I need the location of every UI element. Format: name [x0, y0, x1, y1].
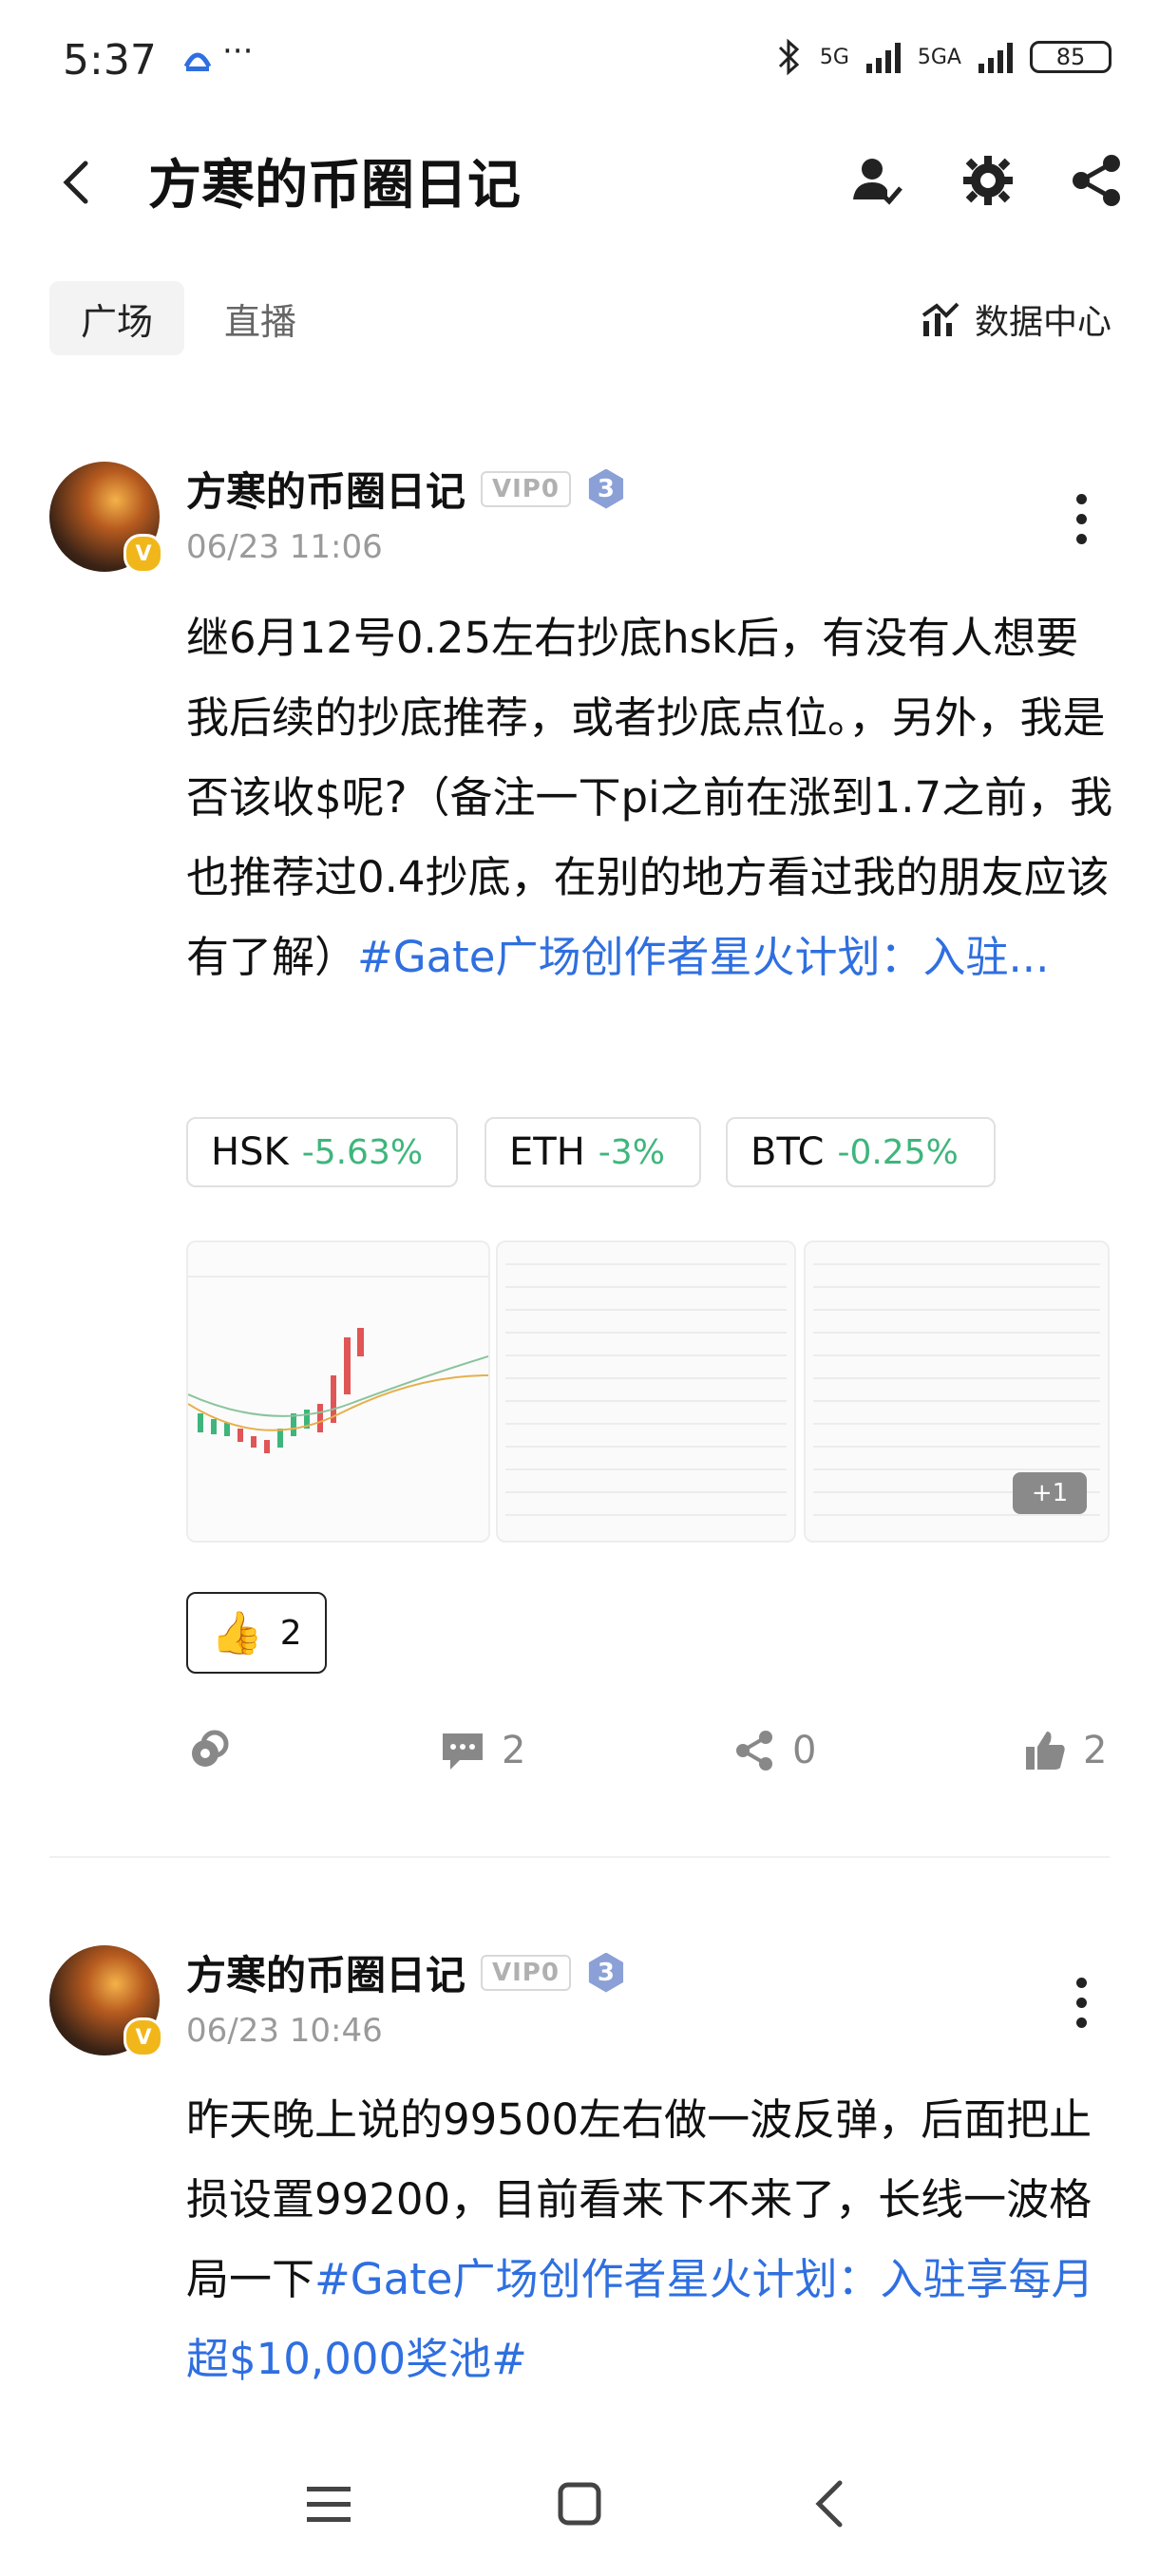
coin-symbol: HSK: [211, 1130, 289, 1174]
coin-change: -5.63%: [301, 1132, 424, 1172]
network-label-5g: 5G: [819, 45, 849, 69]
data-center-label: 数据中心: [974, 303, 1112, 342]
coin-change: -0.25%: [837, 1132, 959, 1172]
app-notification-icon: [180, 42, 215, 80]
post-image-trades-1[interactable]: [496, 1241, 796, 1543]
data-center-button[interactable]: 数据中心: [920, 285, 1112, 353]
post-body-clip: 昨天晚上说的99500左右做一波反弹，后面把止损设置99200，目前看来下不来了…: [186, 2080, 1117, 2434]
post-author[interactable]: 方寒的币圈日记: [186, 1943, 466, 2001]
comment-count: 2: [502, 1729, 526, 1772]
post-author-row: 方寒的币圈日记 VIP0 3: [186, 1943, 626, 2001]
coin-link-icon: [192, 1730, 229, 1767]
post-body[interactable]: 昨天晚上说的99500左右做一波反弹，后面把止损设置99200，目前看来下不来了…: [186, 2080, 1117, 2399]
post-body[interactable]: 继6月12号0.25左右抄底hsk后，有没有人想要我后续的抄底推荐，或者抄底点位…: [186, 598, 1117, 997]
battery-indicator: 85: [1030, 41, 1112, 73]
reaction-count: 2: [279, 1613, 302, 1653]
signal-icon-2: [978, 41, 1013, 73]
back-arrow-icon[interactable]: [57, 156, 95, 213]
network-label-5ga: 5GA: [917, 45, 961, 69]
more-options-icon[interactable]: [1075, 494, 1087, 544]
comment-button[interactable]: 2: [441, 1729, 525, 1772]
post-author-row: 方寒的币圈日记 VIP0 3: [186, 460, 626, 518]
verified-badge: V: [124, 534, 163, 574]
post-image-chart[interactable]: [186, 1241, 490, 1543]
post-date: 06/23 11:06: [186, 528, 383, 566]
back-nav-icon[interactable]: [796, 2470, 864, 2538]
coin-change: -3%: [598, 1132, 665, 1172]
post-author[interactable]: 方寒的币圈日记: [186, 460, 466, 518]
fade-overlay: [0, 2413, 1159, 2470]
gear-icon[interactable]: [960, 152, 1016, 213]
user-follow-icon[interactable]: [847, 152, 904, 213]
more-images-badge[interactable]: +1: [1013, 1472, 1087, 1514]
level-badge: 3: [588, 468, 624, 509]
verified-badge: V: [124, 2017, 163, 2057]
share-post-button[interactable]: 0: [733, 1729, 816, 1772]
comment-icon: [443, 1733, 483, 1770]
vip-badge: VIP0: [481, 1954, 571, 1991]
reaction-thumbs-up[interactable]: 👍 2: [186, 1592, 327, 1674]
coin-symbol: ETH: [509, 1130, 585, 1174]
post-hashtag[interactable]: #Gate广场创作者星火计划：入驻...: [357, 932, 1049, 982]
share-icon[interactable]: [1068, 152, 1125, 213]
status-more-dots: ···: [222, 32, 254, 70]
status-icons: 5G 5GA 85: [776, 38, 1112, 76]
bluetooth-icon: [778, 38, 800, 76]
thumbs-up-emoji-icon: 👍: [211, 1609, 263, 1657]
coin-symbol: BTC: [750, 1130, 825, 1174]
tab-live[interactable]: 直播: [224, 281, 296, 355]
post-hashtag[interactable]: #Gate广场创作者星火计划：入驻享每月超$10,000奖池#: [186, 2254, 1094, 2384]
coin-chip-eth[interactable]: ETH -3%: [484, 1117, 701, 1187]
tab-square[interactable]: 广场: [49, 281, 184, 355]
like-button[interactable]: 2: [1024, 1729, 1107, 1772]
more-options-icon[interactable]: [1075, 1978, 1087, 2028]
candlestick-chart-thumbnail: [188, 1242, 488, 1541]
post-text: 继6月12号0.25左右抄底hsk后，有没有人想要我后续的抄底推荐，或者抄底点位…: [186, 613, 1113, 982]
tip-button[interactable]: [186, 1729, 230, 1772]
coin-chip-hsk[interactable]: HSK -5.63%: [186, 1117, 458, 1187]
thumbs-up-icon: [1026, 1732, 1065, 1770]
level-badge: 3: [588, 1952, 624, 1993]
like-count: 2: [1083, 1729, 1108, 1772]
post-divider: [49, 1856, 1110, 1858]
status-time: 5:37: [63, 36, 157, 85]
share-icon: [736, 1731, 772, 1771]
share-count: 0: [792, 1729, 817, 1772]
menu-nav-icon[interactable]: [294, 2470, 363, 2538]
post-date: 06/23 10:46: [186, 2012, 383, 2050]
coin-chip-btc[interactable]: BTC -0.25%: [726, 1117, 996, 1187]
signal-icon: [865, 41, 901, 73]
chart-icon: [922, 302, 960, 336]
vip-badge: VIP0: [481, 470, 571, 507]
home-nav-icon[interactable]: [545, 2470, 614, 2538]
page-title: 方寒的币圈日记: [148, 155, 521, 217]
